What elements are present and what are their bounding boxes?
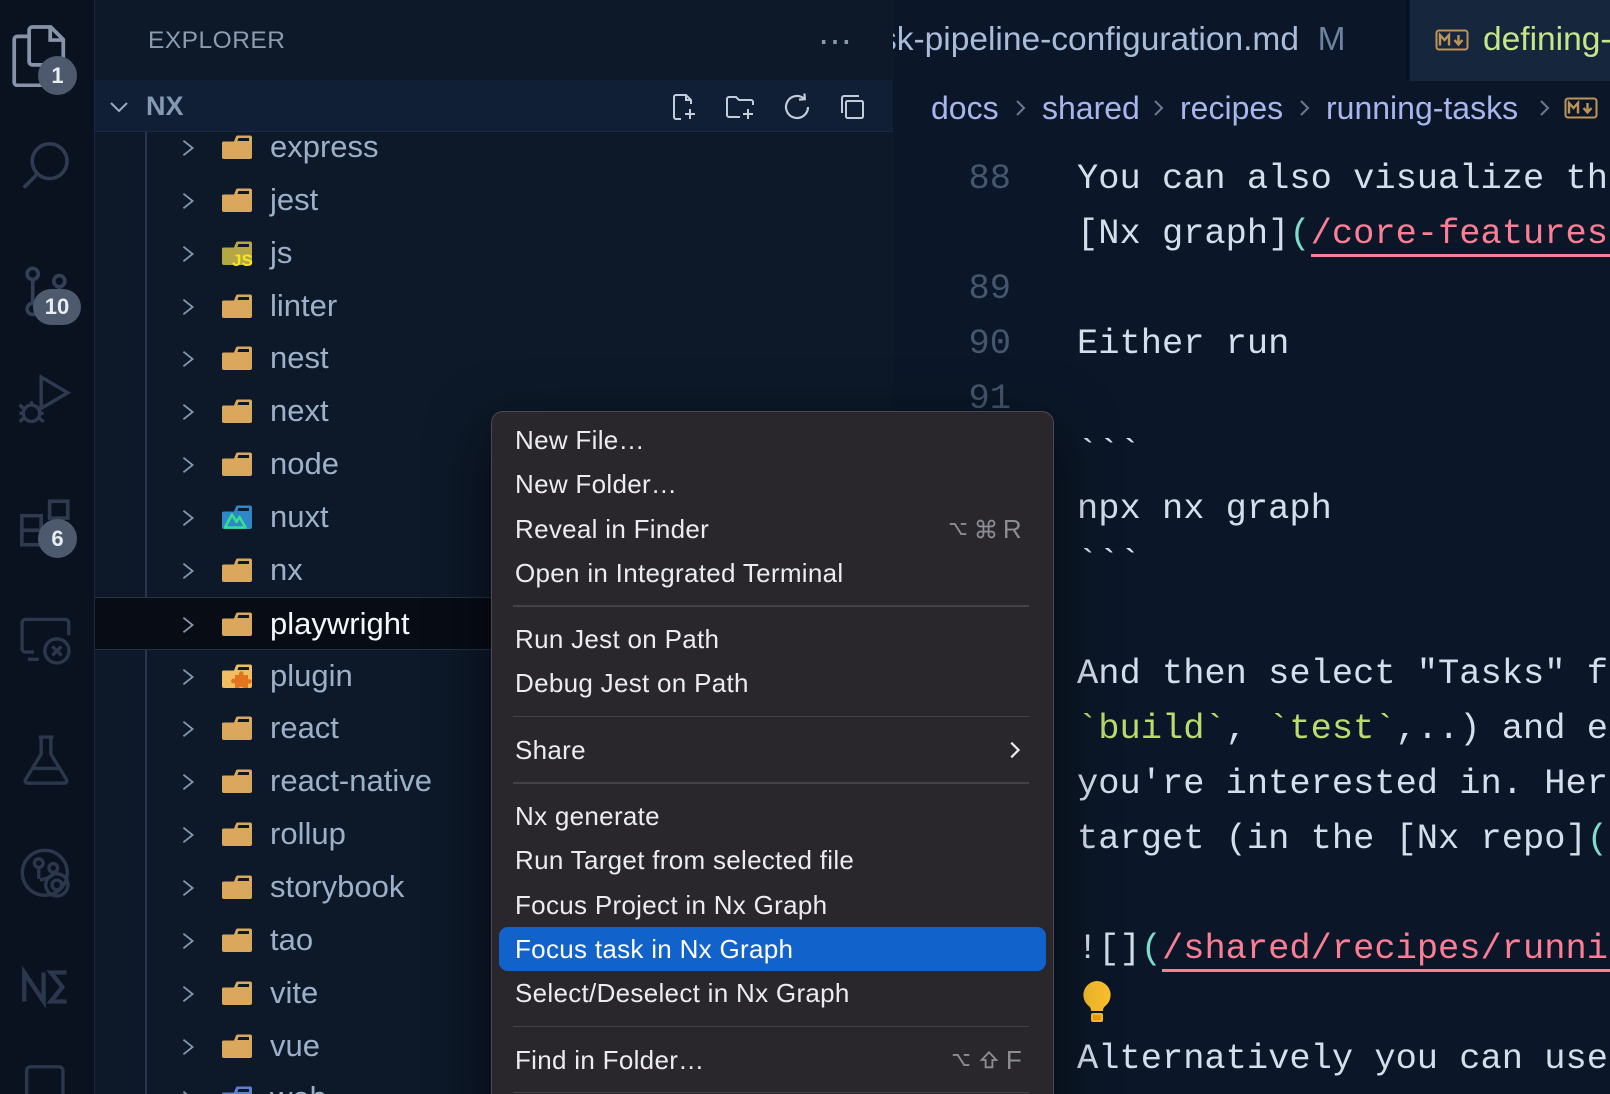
svg-text:JS: JS	[232, 251, 253, 266]
